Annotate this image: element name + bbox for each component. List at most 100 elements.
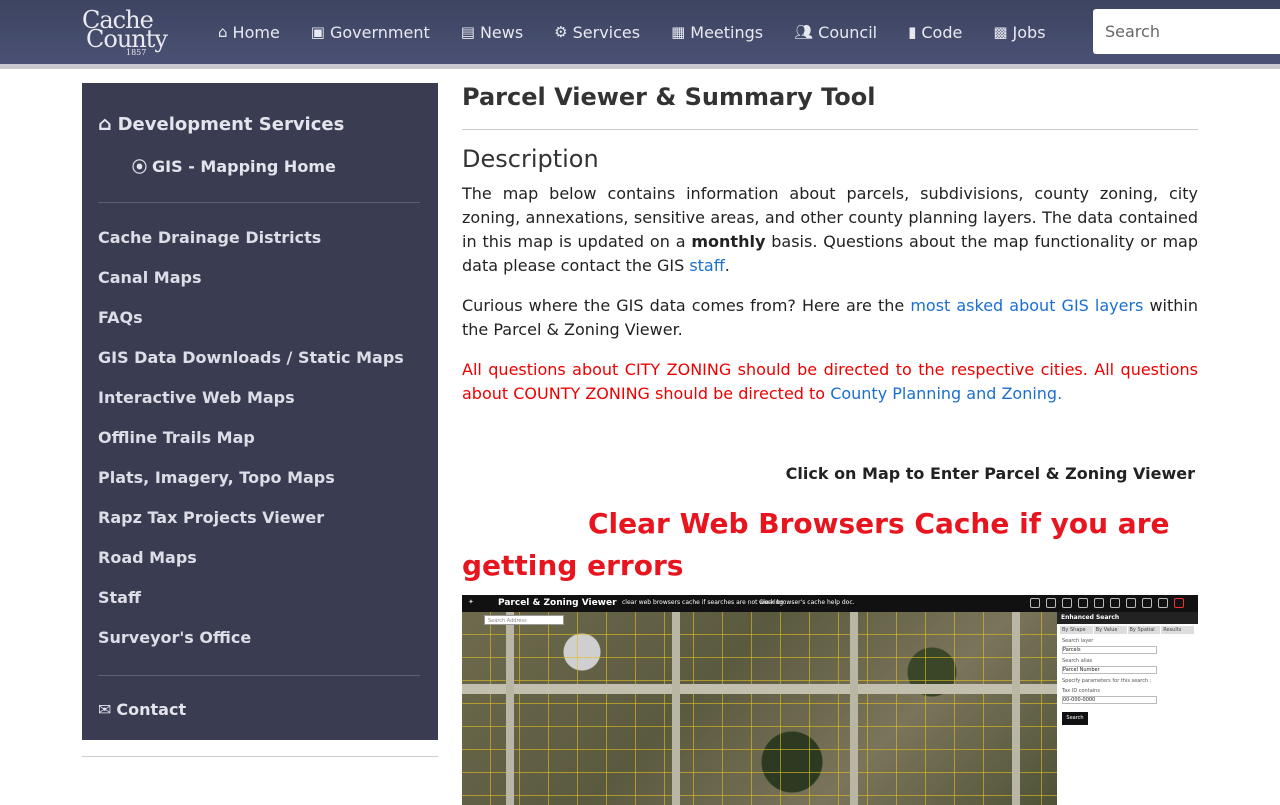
sidebar-item-faqs[interactable]: FAQs <box>98 297 404 337</box>
nav-services[interactable]: ⚙ Services <box>554 23 640 42</box>
sidebar-divider <box>98 202 420 203</box>
sidebar-item-plats-imagery[interactable]: Plats, Imagery, Topo Maps <box>98 457 404 497</box>
field-value: Parcel Number <box>1062 666 1157 674</box>
nav-news[interactable]: ▤ News <box>461 23 523 42</box>
clear-cache-warning: Clear Web Browsers Cache if you are gett… <box>462 503 1198 587</box>
sidebar-item-surveyor[interactable]: Surveyor's Office <box>98 617 404 657</box>
list-icon <box>1046 598 1056 608</box>
sidebar-heading-label: Development Services <box>117 113 345 135</box>
draw-icon <box>1126 598 1136 608</box>
sidebar-item-road-maps[interactable]: Road Maps <box>98 537 404 577</box>
field-label: Search alias <box>1062 658 1093 664</box>
home-icon: ⌂ <box>98 113 112 135</box>
text: . <box>724 256 730 275</box>
sidebar-menu: Cache Drainage Districts Canal Maps FAQs… <box>98 217 404 657</box>
panel-tab: By Spatial <box>1127 626 1161 634</box>
nav-code[interactable]: ▮ Code <box>908 23 962 42</box>
nav-jobs[interactable]: ▩ Jobs <box>993 23 1045 42</box>
sidebar-item-gis-downloads[interactable]: GIS Data Downloads / Static Maps <box>98 337 404 377</box>
panel-tabs: By Shape By Value By Spatial Results <box>1060 626 1195 634</box>
nav-label: Council <box>818 22 878 42</box>
newspaper-icon: ▤ <box>460 23 475 41</box>
book-icon: ▮ <box>908 23 917 41</box>
page-title: Parcel Viewer & Summary Tool <box>462 83 876 111</box>
bold-text: monthly <box>691 232 766 251</box>
sidebar-contact[interactable]: ✉ Contact <box>98 700 186 719</box>
field-label: Tax ID contains <box>1062 688 1100 694</box>
basemap-icon <box>1142 598 1152 608</box>
sidebar-item-rapz-tax[interactable]: Rapz Tax Projects Viewer <box>98 497 404 537</box>
sidebar-item-cache-drainage[interactable]: Cache Drainage Districts <box>98 217 404 257</box>
search-icon <box>1030 598 1040 608</box>
click-map-note: Click on Map to Enter Parcel & Zoning Vi… <box>785 464 1195 483</box>
measure-icon <box>1110 598 1120 608</box>
map-title-bar: ✦ Parcel & Zoning Viewer clear web brows… <box>462 595 1198 612</box>
nav-label: News <box>479 22 524 42</box>
map-address-search: Search Address <box>484 615 564 625</box>
logo-year: 1857 <box>126 48 147 57</box>
map-title: Parcel & Zoning Viewer <box>498 598 617 608</box>
zoning-notice: All questions about CITY ZONING should b… <box>462 358 1198 406</box>
text: Curious where the GIS data comes from? H… <box>462 296 911 315</box>
calendar-icon: ▦ <box>671 23 686 41</box>
nav-label: Services <box>572 22 641 42</box>
sidebar-contact-label: Contact <box>116 700 187 719</box>
field-value: 00-000-0000 <box>1062 696 1157 704</box>
print-icon <box>1158 598 1168 608</box>
sidebar-bottom-rule <box>82 756 438 757</box>
map-logo: ✦ <box>468 598 474 606</box>
nav-label: Jobs <box>1012 22 1046 42</box>
parcel-viewer-map-link[interactable]: ✦ Parcel & Zoning Viewer clear web brows… <box>462 595 1198 805</box>
home-icon: ⌂ <box>218 23 228 41</box>
nav-label: Government <box>329 22 430 42</box>
stop-icon <box>1174 598 1184 608</box>
panel-search-button: Search <box>1062 712 1088 725</box>
layers-icon <box>1062 598 1072 608</box>
search-input[interactable] <box>1093 9 1280 54</box>
field-value: Parcels <box>1062 646 1157 654</box>
sidebar-subheading-label: GIS - Mapping Home <box>152 157 336 176</box>
sidebar-heading[interactable]: ⌂ Development Services <box>98 113 344 135</box>
nav-label: Meetings <box>690 22 764 42</box>
panel-tab: By Value <box>1093 626 1127 634</box>
sidebar-subheading[interactable]: ⦿ GIS - Mapping Home <box>132 156 336 177</box>
nav-government[interactable]: ▣ Government <box>311 23 430 42</box>
sidebar-item-interactive-web-maps[interactable]: Interactive Web Maps <box>98 377 404 417</box>
enhanced-search-panel: Enhanced Search By Shape By Value By Spa… <box>1057 612 1198 805</box>
panel-tab: Results <box>1161 626 1194 634</box>
staff-link[interactable]: staff <box>689 256 724 275</box>
gis-data-paragraph: Curious where the GIS data comes from? H… <box>462 294 1198 342</box>
sidebar-divider <box>98 675 420 676</box>
dot-circle-icon: ⦿ <box>132 158 148 176</box>
panel-tab: By Shape <box>1060 626 1093 634</box>
nav-meetings[interactable]: ▦ Meetings <box>671 23 763 42</box>
aerial-parcel-map <box>462 612 1057 805</box>
map-help-message: Clear browser's cache help doc. <box>759 599 855 606</box>
nav-home[interactable]: ⌂ Home <box>218 23 280 42</box>
field-label: Search layer <box>1062 638 1094 644</box>
envelope-icon: ✉ <box>98 700 112 719</box>
title-divider <box>462 129 1198 130</box>
contact-book-icon: ▣ <box>310 23 325 41</box>
legend-icon <box>1078 598 1088 608</box>
sidebar: ⌂ Development Services ⦿ GIS - Mapping H… <box>82 83 438 740</box>
users-icon: 👥︎ <box>794 23 814 41</box>
warning-line2: getting errors <box>462 549 684 582</box>
main-nav: ⌂ Home ▣ Government ▤ News ⚙ Services ▦ … <box>218 0 1077 64</box>
grid-icon <box>1094 598 1104 608</box>
warning-line1: Clear Web Browsers Cache if you are <box>588 507 1170 540</box>
county-planning-link[interactable]: County Planning and Zoning. <box>830 384 1062 403</box>
sidebar-item-offline-trails[interactable]: Offline Trails Map <box>98 417 404 457</box>
section-heading: Description <box>462 145 599 173</box>
nav-council[interactable]: 👥︎ Council <box>794 23 877 42</box>
gear-icon: ⚙ <box>554 23 568 41</box>
briefcase-icon: ▩ <box>993 23 1008 41</box>
description-paragraph: The map below contains information about… <box>462 182 1198 278</box>
field-label: Specify parameters for this search : <box>1062 678 1152 684</box>
sidebar-item-canal-maps[interactable]: Canal Maps <box>98 257 404 297</box>
cache-county-logo[interactable]: Cache County 1857 <box>82 6 182 58</box>
panel-title: Enhanced Search <box>1057 612 1198 624</box>
gis-layers-link[interactable]: most asked about GIS layers <box>910 296 1143 315</box>
nav-label: Home <box>232 22 280 42</box>
sidebar-item-staff[interactable]: Staff <box>98 577 404 617</box>
